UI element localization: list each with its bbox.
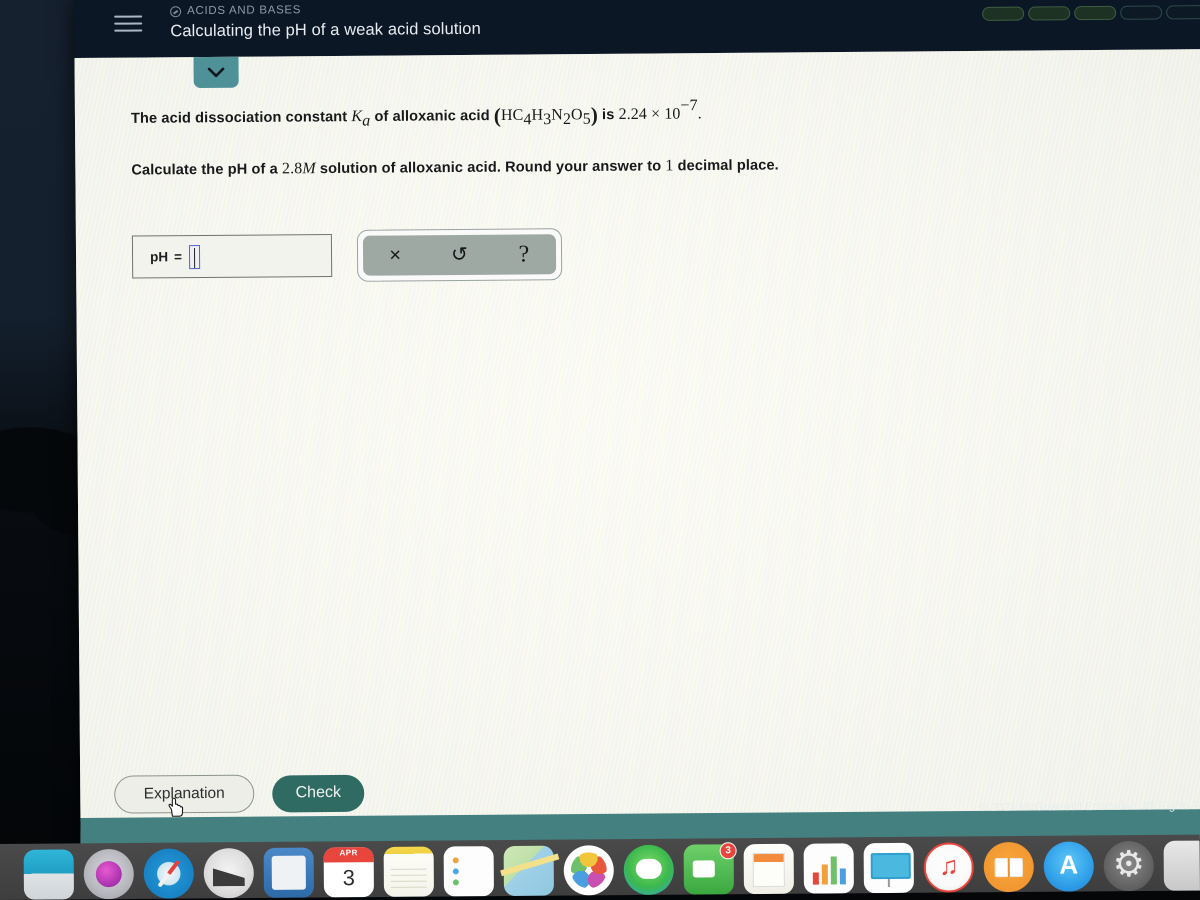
- copyright-text: © 2021 McGraw-Hill Education. All Rights…: [978, 800, 1200, 814]
- breadcrumb-label: ACIDS AND BASES: [187, 4, 302, 18]
- dock-icon-messages[interactable]: [623, 844, 674, 896]
- q1-text-c: is: [597, 107, 619, 124]
- calendar-day: 3: [342, 865, 356, 891]
- hamburger-bar: [114, 29, 143, 32]
- dock-icon-app-store[interactable]: [1043, 841, 1094, 892]
- ka-value: 2.24 × 10: [618, 105, 681, 124]
- desktop-photo-background: ACIDS AND BASES Calculating the pH of a …: [0, 0, 1200, 900]
- chapter-circle-icon: [170, 5, 182, 17]
- laptop-screen: ACIDS AND BASES Calculating the pH of a …: [74, 0, 1200, 848]
- notification-badge: 3: [719, 842, 737, 860]
- q2-text-c: decimal place.: [673, 157, 779, 175]
- question-line-2: Calculate the pH of a 2.8M solution of a…: [131, 153, 1200, 179]
- hamburger-bar: [114, 22, 143, 25]
- dock-icon-safari[interactable]: [143, 848, 194, 899]
- dock-icon-pages[interactable]: [743, 843, 794, 895]
- header-text-block: ACIDS AND BASES Calculating the pH of a …: [170, 3, 481, 41]
- question-sheet: The acid dissociation constant Ka of all…: [74, 49, 1200, 848]
- dock-icon-finder[interactable]: [23, 849, 74, 900]
- progress-segment-filled: [1074, 5, 1117, 21]
- question-line-1: The acid dissociation constant Ka of all…: [131, 93, 1200, 132]
- formula-sub-4: 4: [523, 111, 532, 129]
- formula-N: N: [551, 106, 563, 124]
- page-title: Calculating the pH of a weak acid soluti…: [170, 19, 481, 41]
- dock-icon-maps[interactable]: [503, 845, 554, 897]
- equals-sign: =: [173, 249, 183, 265]
- hamburger-menu-icon[interactable]: [114, 15, 143, 32]
- progress-segment-filled: [982, 6, 1025, 21]
- check-button[interactable]: Check: [272, 774, 365, 812]
- q1-period: .: [697, 105, 702, 123]
- app-header: ACIDS AND BASES Calculating the pH of a …: [74, 0, 1200, 58]
- ka-symbol: K: [351, 108, 363, 126]
- dock-icon-contacts[interactable]: [263, 847, 314, 898]
- answer-input[interactable]: [188, 244, 201, 269]
- q1-text-b: of alloxanic acid: [370, 108, 494, 125]
- dock-icon-photos[interactable]: [563, 845, 614, 896]
- concentration-value: 2.8: [281, 159, 303, 178]
- clear-icon[interactable]: ×: [375, 235, 415, 275]
- dock-icon-mail[interactable]: [203, 848, 254, 899]
- formula-sub-5: 5: [582, 110, 591, 128]
- chevron-down-icon[interactable]: [193, 56, 239, 89]
- math-toolbar: × ↺ ?: [356, 227, 563, 282]
- q2-text-a: Calculate the pH of a: [131, 161, 283, 179]
- q1-text-a: The acid dissociation constant: [130, 109, 352, 127]
- dock-icon-numbers[interactable]: [803, 843, 854, 894]
- dock-icon-system-preferences[interactable]: [1103, 840, 1154, 892]
- calendar-month: APR: [339, 848, 358, 858]
- explanation-button-label: Explanation: [143, 784, 225, 803]
- breadcrumb: ACIDS AND BASES: [170, 3, 481, 17]
- dock-icon-calendar[interactable]: APR 3: [323, 847, 374, 898]
- progress-indicator: [982, 5, 1200, 21]
- dock-icon-other[interactable]: [1163, 840, 1200, 891]
- ka-exponent: −7: [680, 97, 698, 115]
- progress-segment-empty: [1166, 5, 1200, 20]
- hamburger-bar: [114, 15, 143, 18]
- undo-icon[interactable]: ↺: [439, 235, 479, 275]
- check-button-label: Check: [295, 783, 342, 802]
- question-content: The acid dissociation constant Ka of all…: [74, 49, 1200, 284]
- footer-actions: Explanation Check: [114, 774, 365, 817]
- decimal-places: 1: [665, 157, 674, 175]
- formula-H: H: [531, 106, 544, 124]
- formula-O: O: [570, 106, 583, 124]
- answer-input-box[interactable]: pH =: [131, 234, 333, 279]
- formula-HC: HC: [500, 106, 524, 124]
- macos-dock: APR 3 3: [0, 834, 1200, 900]
- q2-text-b: solution of alloxanic acid. Round your a…: [315, 158, 666, 177]
- dock-icon-itunes[interactable]: [923, 842, 974, 893]
- dock-icon-launchpad[interactable]: [83, 848, 134, 900]
- progress-segment-empty: [1120, 5, 1163, 20]
- help-icon[interactable]: ?: [504, 234, 544, 274]
- answer-row: pH = × ↺ ?: [131, 223, 1200, 283]
- dock-icon-keynote[interactable]: [863, 842, 914, 894]
- dock-icon-reminders[interactable]: [443, 846, 494, 897]
- explanation-button[interactable]: Explanation: [114, 774, 255, 817]
- formula-sub-2: 2: [562, 110, 572, 128]
- dock-icon-facetime[interactable]: 3: [683, 842, 737, 895]
- ph-label: pH: [149, 249, 169, 265]
- dock-icon-books[interactable]: [983, 841, 1034, 893]
- dock-icon-notes[interactable]: [383, 846, 434, 897]
- progress-segment-filled: [1028, 6, 1071, 21]
- math-toolbar-inner: × ↺ ?: [362, 234, 557, 276]
- molarity-unit: M: [302, 159, 316, 177]
